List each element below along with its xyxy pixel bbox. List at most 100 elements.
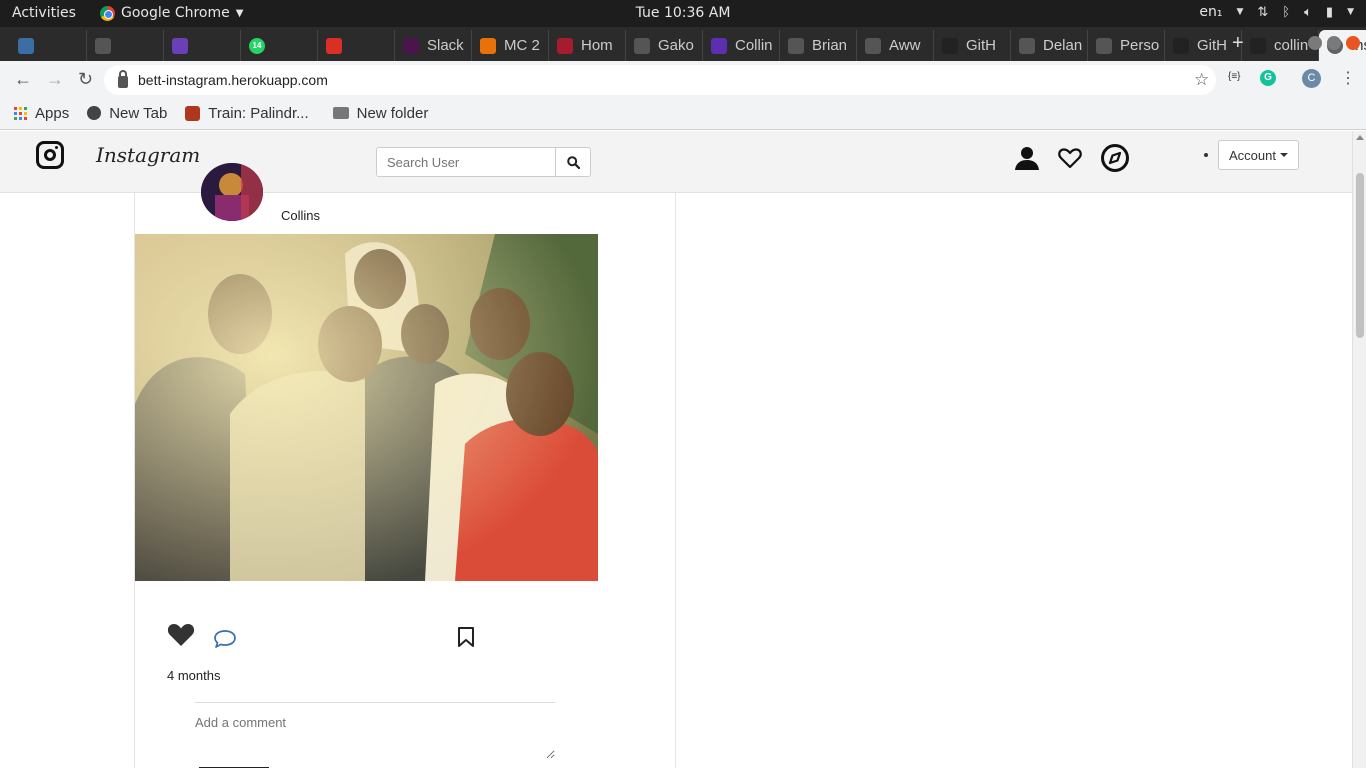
github-icon: [1250, 37, 1266, 54]
bookmark-new-folder[interactable]: New folder: [332, 105, 428, 122]
tab-label: Gako: [658, 37, 694, 54]
browser-tab[interactable]: [87, 30, 164, 61]
bookmark-codewars[interactable]: Train: Palindr...: [185, 104, 309, 122]
mc-icon: [480, 37, 496, 54]
browser-tab[interactable]: Brian: [780, 30, 857, 61]
user-profile-icon[interactable]: [1014, 145, 1040, 171]
browser-tab[interactable]: 14: [241, 30, 318, 61]
post-actions: [167, 623, 477, 649]
post-photo[interactable]: [135, 234, 598, 581]
account-dropdown[interactable]: Account: [1218, 140, 1299, 170]
browser-tab[interactable]: GitH: [1165, 30, 1242, 61]
browser-tab[interactable]: [164, 30, 241, 61]
bluetooth-icon: ᛒ: [1282, 4, 1291, 20]
json-extension-icon[interactable]: {≡}: [1228, 71, 1241, 82]
chevron-down-icon: ▼: [235, 7, 244, 19]
tab-label: Perso: [1120, 37, 1160, 54]
chart-icon: [18, 37, 34, 54]
maximize-button[interactable]: [1327, 36, 1341, 50]
github-icon: [1173, 37, 1189, 54]
battery-icon: ▮: [1325, 4, 1334, 20]
browser-tab[interactable]: [318, 30, 395, 61]
browser-tab[interactable]: Delan: [1011, 30, 1088, 61]
apps-grid-icon: [14, 106, 27, 120]
browser-tab[interactable]: [10, 30, 87, 61]
bookmark-star-icon[interactable]: ☆: [1194, 70, 1216, 90]
browser-tab[interactable]: Hom: [549, 30, 626, 61]
scrollbar-thumb[interactable]: [1356, 173, 1364, 338]
browser-tab[interactable]: Collin: [703, 30, 780, 61]
bookmark-label: Apps: [35, 104, 70, 122]
menu-kebab-icon[interactable]: ⋮: [1340, 68, 1356, 88]
lock-icon[interactable]: [118, 70, 128, 88]
instagram-wordmark[interactable]: Instagram: [96, 143, 200, 167]
tab-label: Brian: [812, 37, 848, 54]
window-controls: [1308, 36, 1360, 50]
heart-outline-icon[interactable]: [1058, 147, 1082, 169]
group-selfie-image: [135, 234, 598, 581]
bookmark-new-tab[interactable]: New Tab: [87, 105, 167, 122]
newtab-icon: [87, 106, 102, 120]
url-text[interactable]: bett-instagram.herokuapp.com: [138, 72, 328, 88]
browser-tab[interactable]: GitH: [934, 30, 1011, 61]
language-indicator[interactable]: en₁: [1199, 4, 1222, 20]
post-card: Collins 4 months Add a comment: [134, 163, 676, 768]
browser-tab[interactable]: Aww: [857, 30, 934, 61]
volume-icon: 🔈︎: [1304, 4, 1312, 20]
caret-down-icon: [1279, 153, 1288, 157]
browser-tab[interactable]: Perso: [1088, 30, 1165, 61]
post-username[interactable]: Collins: [281, 208, 320, 223]
new-tab-button[interactable]: +: [1232, 32, 1244, 55]
profile-avatar[interactable]: C: [1302, 69, 1321, 88]
close-window-button[interactable]: [1346, 36, 1360, 50]
divider: [195, 702, 555, 703]
search-icon: [566, 155, 580, 169]
tab-label: Slack: [427, 37, 464, 54]
folder-icon: [332, 107, 349, 119]
blank-icon: [95, 37, 111, 54]
browser-tab[interactable]: Slack: [395, 30, 472, 61]
arrow-icon: [557, 37, 573, 54]
bookmark-apps[interactable]: Apps: [14, 105, 69, 122]
search-input[interactable]: [376, 147, 556, 177]
whatsapp-icon: 14: [249, 37, 265, 54]
tab-list: 14 Slack MC 2 Hom Gako Collin Brian Aww GitH Dela…: [10, 30, 1366, 61]
avatar-image: [201, 163, 263, 221]
bookmark-label: Train: Palindr...: [208, 104, 309, 122]
activities-button[interactable]: Activities: [12, 5, 76, 21]
heart-filled-icon[interactable]: [167, 623, 195, 647]
tab-label: collin: [1274, 37, 1309, 54]
chevron-down-icon: ▼: [1347, 7, 1354, 17]
chevron-down-icon: ▼: [1236, 7, 1244, 17]
avatar[interactable]: [201, 163, 263, 221]
truncated-text: [199, 763, 279, 768]
page-scrollbar[interactable]: [1352, 131, 1366, 768]
tab-label: Aww: [889, 37, 921, 54]
tab-label: GitH: [1197, 37, 1227, 54]
back-arrow-icon[interactable]: ←: [14, 69, 32, 90]
instagram-logo-icon[interactable]: [36, 141, 64, 169]
minimize-button[interactable]: [1308, 36, 1322, 50]
system-tray[interactable]: en₁ ▼ ⇅ ᛒ 🔈︎ ▮ ▼: [1199, 4, 1354, 20]
chrome-icon: [100, 5, 115, 21]
forward-arrow-icon[interactable]: →: [46, 69, 64, 90]
explore-compass-icon[interactable]: [1100, 143, 1130, 173]
search-button[interactable]: [556, 147, 591, 177]
bookmark-save-icon[interactable]: [457, 627, 475, 647]
browser-tab[interactable]: Gako: [626, 30, 703, 61]
scroll-up-arrow-icon[interactable]: [1356, 135, 1364, 140]
blank-icon: [1096, 37, 1112, 54]
reload-icon[interactable]: ↻: [78, 69, 93, 90]
nav-bullet: [1204, 153, 1208, 157]
browser-tab[interactable]: MC 2: [472, 30, 549, 61]
grammarly-icon[interactable]: G: [1260, 70, 1276, 86]
tab-label: Hom: [581, 37, 613, 54]
comment-input[interactable]: [195, 715, 555, 759]
blank-icon: [788, 37, 804, 54]
tab-label: MC 2: [504, 37, 540, 54]
app-menu[interactable]: Google Chrome ▼: [100, 5, 243, 21]
address-bar[interactable]: bett-instagram.herokuapp.com ☆: [104, 65, 1216, 95]
comment-bubble-icon[interactable]: [213, 629, 237, 649]
toolbar: ← → ↻ bett-instagram.herokuapp.com ☆ {≡}…: [0, 61, 1366, 97]
graduation-icon: [172, 37, 188, 54]
